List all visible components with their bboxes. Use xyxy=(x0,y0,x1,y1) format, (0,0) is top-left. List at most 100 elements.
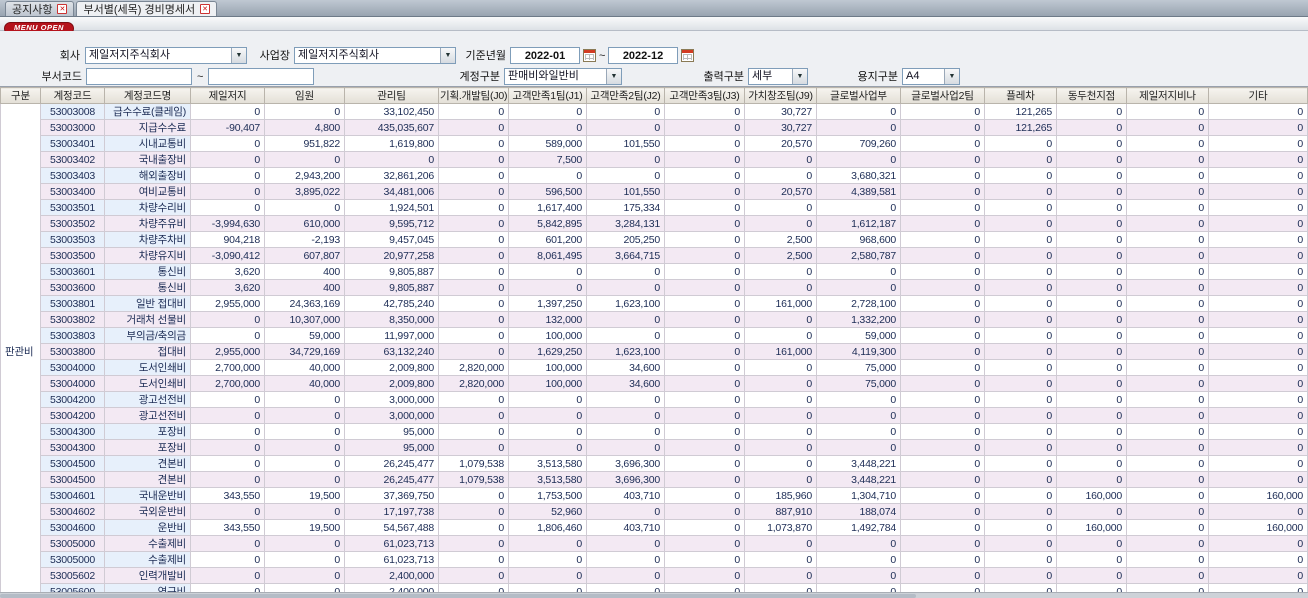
grid-cell-value[interactable]: 0 xyxy=(438,215,509,232)
grid-cell-value[interactable]: 2,700,000 xyxy=(190,359,265,376)
grid-cell-value[interactable]: 160,000 xyxy=(1056,487,1127,504)
grid-cell-value[interactable]: 435,035,607 xyxy=(344,119,439,136)
grid-cell-value[interactable]: 121,265 xyxy=(984,119,1057,136)
grid-cell-value[interactable]: 1,753,500 xyxy=(508,487,587,504)
grid-cell-value[interactable]: 0 xyxy=(190,135,265,152)
grid-cell-value[interactable]: 0 xyxy=(1208,231,1308,248)
grid-cell-value[interactable]: 0 xyxy=(900,343,985,360)
grid-cell-value[interactable]: 0 xyxy=(438,535,509,552)
grid-cell-value[interactable]: 1,612,187 xyxy=(816,215,901,232)
grid-cell-value[interactable]: 0 xyxy=(900,183,985,200)
grid-cell-value[interactable]: 100,000 xyxy=(508,327,587,344)
grid-cell-value[interactable]: 0 xyxy=(816,119,901,136)
grid-cell-value[interactable]: -90,407 xyxy=(190,119,265,136)
table-row[interactable]: 53003502 차량주유비 -3,994,630 610,000 9,595,712 0… xyxy=(1,215,1308,232)
grid-cell-code[interactable]: 53003800 xyxy=(40,343,105,360)
grid-cell-name[interactable]: 견본비 xyxy=(104,471,191,488)
grid-cell-name[interactable]: 도서인쇄비 xyxy=(104,375,191,392)
grid-cell-value[interactable]: 0 xyxy=(744,263,817,280)
grid-cell-value[interactable]: 0 xyxy=(816,407,901,424)
grid-cell-value[interactable]: 0 xyxy=(744,407,817,424)
grid-cell-name[interactable]: 접대비 xyxy=(104,343,191,360)
grid-cell-value[interactable]: 0 xyxy=(190,455,265,472)
grid-cell-value[interactable]: 0 xyxy=(586,151,665,168)
table-row[interactable]: 53003600 통신비 3,620 400 9,805,887 0 0 0 0 0 0 0 0 0 0 0 xyxy=(1,279,1308,296)
grid-cell-value[interactable]: 0 xyxy=(664,199,745,216)
grid-cell-value[interactable]: 0 xyxy=(190,151,265,168)
grid-cell-value[interactable]: 0 xyxy=(1056,423,1127,440)
period-from-input[interactable] xyxy=(510,47,580,64)
table-row[interactable]: 53004300 포장비 0 0 95,000 0 0 0 0 0 0 0 0 0 0 0 xyxy=(1,439,1308,456)
grid-cell-value[interactable]: 0 xyxy=(1126,135,1209,152)
grid-cell-value[interactable]: 0 xyxy=(1208,455,1308,472)
grid-cell-name[interactable]: 차량주유비 xyxy=(104,215,191,232)
grid-cell-value[interactable]: 161,000 xyxy=(744,343,817,360)
grid-cell-value[interactable]: 160,000 xyxy=(1208,487,1308,504)
grid-cell-value[interactable]: 343,550 xyxy=(190,519,265,536)
account-type-select[interactable]: 판매비와일반비 ▼ xyxy=(504,68,622,85)
grid-cell-value[interactable]: 52,960 xyxy=(508,503,587,520)
grid-cell-value[interactable]: 0 xyxy=(438,311,509,328)
grid-cell-value[interactable]: 0 xyxy=(664,503,745,520)
grid-cell-value[interactable]: 0 xyxy=(438,247,509,264)
grid-cell-value[interactable]: 0 xyxy=(900,439,985,456)
grid-cell-value[interactable]: 0 xyxy=(190,471,265,488)
grid-cell-name[interactable]: 여비교통비 xyxy=(104,183,191,200)
grid-cell-value[interactable]: 0 xyxy=(1208,151,1308,168)
grid-cell-value[interactable]: 0 xyxy=(1126,247,1209,264)
grid-cell-name[interactable]: 지급수수료 xyxy=(104,119,191,136)
grid-cell-value[interactable]: 0 xyxy=(664,407,745,424)
grid-cell-value[interactable]: 33,102,450 xyxy=(344,103,439,120)
grid-cell-value[interactable]: 0 xyxy=(1126,311,1209,328)
grid-cell-value[interactable]: 17,197,738 xyxy=(344,503,439,520)
grid-cell-value[interactable]: 0 xyxy=(816,103,901,120)
grid-cell-value[interactable]: 0 xyxy=(508,119,587,136)
grid-cell-value[interactable]: 0 xyxy=(190,327,265,344)
grid-cell-value[interactable]: 0 xyxy=(984,503,1057,520)
grid-cell-code[interactable]: 53003400 xyxy=(40,183,105,200)
grid-cell-value[interactable]: 0 xyxy=(984,567,1057,584)
grid-cell-value[interactable]: 0 xyxy=(664,151,745,168)
grid-cell-value[interactable]: 0 xyxy=(900,359,985,376)
grid-cell-value[interactable]: 0 xyxy=(438,423,509,440)
grid-cell-value[interactable]: 0 xyxy=(190,199,265,216)
grid-cell-value[interactable]: 0 xyxy=(190,103,265,120)
grid-cell-code[interactable]: 53003601 xyxy=(40,263,105,280)
grid-cell-value[interactable]: 0 xyxy=(1208,503,1308,520)
grid-cell-name[interactable]: 통신비 xyxy=(104,263,191,280)
column-header[interactable]: 관리팀 xyxy=(344,87,439,104)
grid-cell-code[interactable]: 53005000 xyxy=(40,535,105,552)
grid-cell-value[interactable]: 0 xyxy=(664,535,745,552)
grid-cell-value[interactable]: 63,132,240 xyxy=(344,343,439,360)
calendar-icon[interactable] xyxy=(583,49,596,62)
column-header[interactable]: 계정코드 xyxy=(40,87,105,104)
grid-cell-value[interactable]: 0 xyxy=(1056,375,1127,392)
grid-cell-value[interactable]: 0 xyxy=(438,407,509,424)
table-row[interactable]: 53003503 차량주차비 904,218 -2,193 9,457,045 0 601,… xyxy=(1,231,1308,248)
grid-cell-value[interactable]: 0 xyxy=(1208,439,1308,456)
grid-cell-value[interactable]: 0 xyxy=(664,279,745,296)
grid-cell-value[interactable]: 188,074 xyxy=(816,503,901,520)
grid-cell-value[interactable]: 0 xyxy=(1056,183,1127,200)
grid-cell-value[interactable]: 601,200 xyxy=(508,231,587,248)
grid-cell-value[interactable]: 0 xyxy=(900,551,985,568)
grid-cell-value[interactable]: 3,000,000 xyxy=(344,391,439,408)
grid-cell-name[interactable]: 포장비 xyxy=(104,439,191,456)
grid-cell-value[interactable]: 0 xyxy=(1126,455,1209,472)
grid-cell-code[interactable]: 53004500 xyxy=(40,471,105,488)
grid-cell-value[interactable]: 0 xyxy=(1126,519,1209,536)
grid-cell-value[interactable]: 0 xyxy=(900,311,985,328)
grid-cell-value[interactable]: 0 xyxy=(984,551,1057,568)
grid-cell-value[interactable]: 100,000 xyxy=(508,359,587,376)
paper-type-select[interactable]: A4 ▼ xyxy=(902,68,960,85)
grid-cell-code[interactable]: 53003403 xyxy=(40,167,105,184)
grid-cell-value[interactable]: 0 xyxy=(1208,263,1308,280)
grid-cell-value[interactable]: 1,623,100 xyxy=(586,295,665,312)
grid-cell-value[interactable]: 0 xyxy=(190,183,265,200)
grid-cell-value[interactable]: 0 xyxy=(984,215,1057,232)
column-header[interactable]: 고객만족3팀(J3) xyxy=(664,87,745,104)
grid-cell-value[interactable]: 968,600 xyxy=(816,231,901,248)
grid-cell-value[interactable]: 0 xyxy=(1208,551,1308,568)
grid-cell-value[interactable]: 26,245,477 xyxy=(344,471,439,488)
grid-cell-value[interactable]: 0 xyxy=(984,295,1057,312)
